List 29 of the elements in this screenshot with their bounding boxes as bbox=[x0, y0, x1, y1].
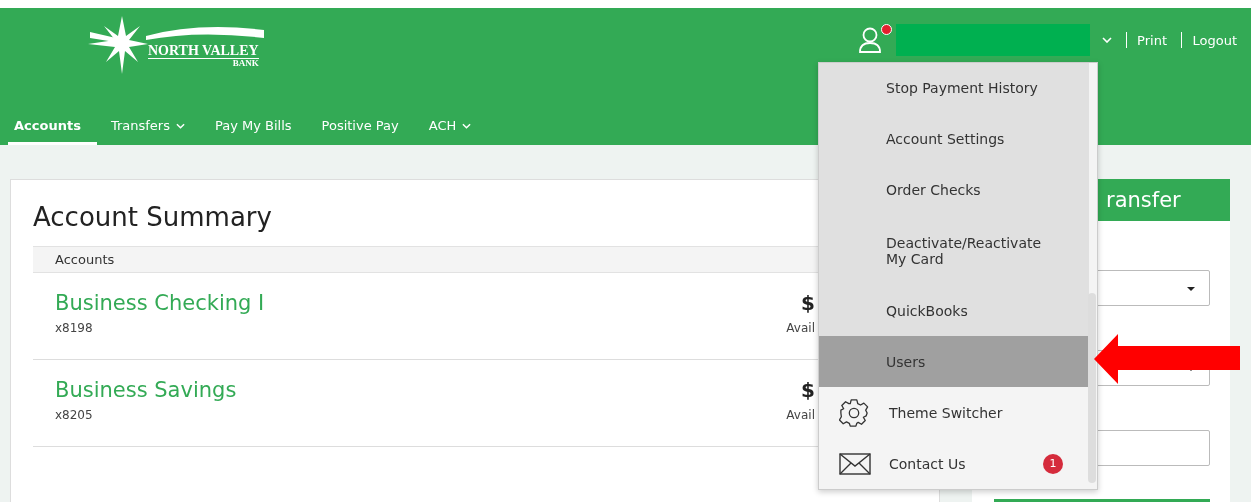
chevron-down-icon[interactable] bbox=[1101, 37, 1112, 43]
header-link[interactable]: Print bbox=[1137, 32, 1167, 48]
account-balance: $ bbox=[801, 378, 815, 402]
count-badge: 1 bbox=[1043, 453, 1063, 474]
menu-item[interactable]: Stop Payment History bbox=[819, 63, 1089, 114]
column-label: Accounts bbox=[55, 252, 115, 267]
menu-item[interactable]: Users bbox=[819, 336, 1089, 388]
nav-tab[interactable]: Pay My Bills bbox=[208, 118, 308, 145]
account-link[interactable]: Business Checking I bbox=[55, 291, 265, 315]
menu-item[interactable]: Order Checks bbox=[819, 164, 1089, 216]
envelope-icon bbox=[839, 452, 871, 475]
bank-logo[interactable]: NORTH VALLEY BANK bbox=[88, 14, 268, 76]
balance-label: Avail bbox=[786, 408, 815, 422]
nav-tab[interactable]: ACH bbox=[422, 118, 488, 145]
nav-tab[interactable]: Positive Pay bbox=[315, 118, 415, 145]
section-title: Account Summary bbox=[33, 202, 272, 232]
account-link[interactable]: Business Savings bbox=[55, 378, 237, 402]
header-link[interactable]: Logout bbox=[1192, 32, 1237, 48]
panel-title: ransfer bbox=[1106, 188, 1181, 212]
nav-tab[interactable]: Transfers bbox=[104, 118, 201, 145]
account-number: x8198 bbox=[55, 321, 94, 335]
account-balance: $ bbox=[801, 291, 815, 315]
account-number: x8205 bbox=[55, 408, 94, 422]
menu-item[interactable]: Contact Us 1 bbox=[819, 438, 1089, 489]
menu-item[interactable]: Deactivate/Reactivate My Card bbox=[819, 215, 1089, 286]
settings-icon bbox=[839, 397, 869, 428]
menu-item[interactable]: QuickBooks bbox=[819, 285, 1089, 337]
balance-label: Avail bbox=[786, 321, 815, 335]
menu-item[interactable]: Account Settings bbox=[819, 113, 1089, 165]
